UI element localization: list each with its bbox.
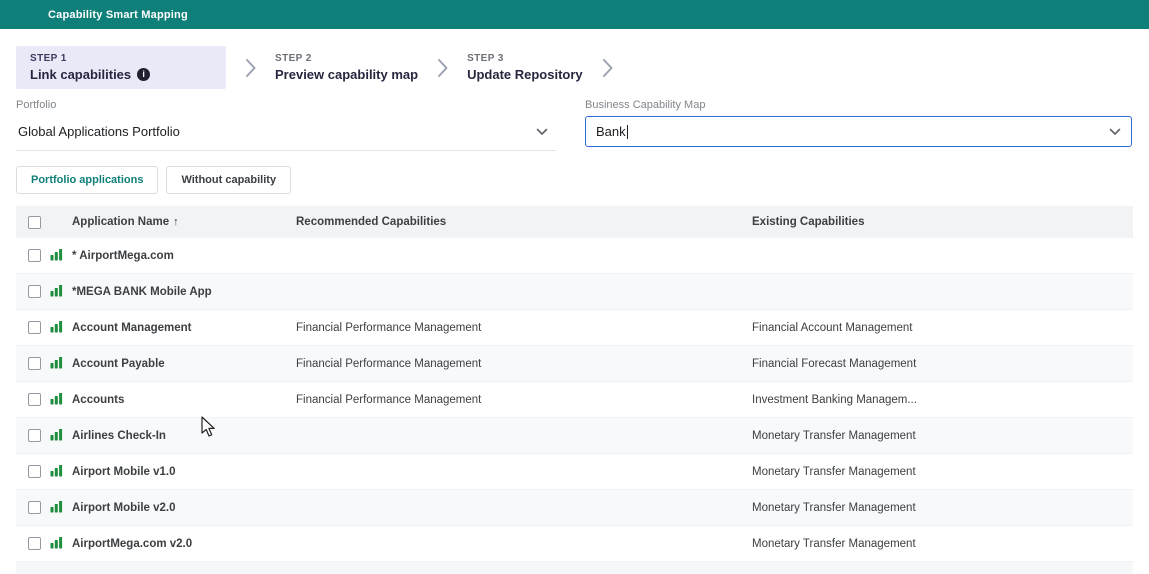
step-3-label: STEP 3	[467, 53, 583, 64]
chevron-right-icon	[244, 56, 257, 80]
application-name: Airport Mobile v1.0	[72, 466, 296, 478]
step-1-label: STEP 1	[30, 53, 212, 64]
row-checkbox[interactable]	[28, 321, 41, 334]
table-row[interactable]: * AirportMega.com	[16, 238, 1133, 274]
step-3-title: Update Repository	[467, 67, 583, 82]
portfolio-label: Portfolio	[16, 99, 556, 111]
portfolio-filter: Portfolio Global Applications Portfolio	[16, 99, 556, 151]
row-checkbox[interactable]	[28, 429, 41, 442]
step-1-link-capabilities[interactable]: STEP 1 Link capabilities i	[16, 46, 226, 89]
step-2-title: Preview capability map	[275, 67, 418, 82]
existing-capability: Investment Banking Managem...	[752, 394, 1133, 406]
row-checkbox[interactable]	[28, 465, 41, 478]
existing-capability: Financial Account Management	[752, 322, 1133, 334]
application-chart-icon	[50, 248, 72, 264]
recommended-capability: Financial Performance Management	[296, 394, 752, 406]
table-row[interactable]: AirportMega.com v2.0 Monetary Transfer M…	[16, 526, 1133, 562]
filters-row: Portfolio Global Applications Portfolio …	[0, 97, 1149, 151]
table-row[interactable]: *MEGA BANK Mobile App	[16, 274, 1133, 310]
step-2-title-text: Preview capability map	[275, 67, 418, 82]
row-checkbox[interactable]	[28, 249, 41, 262]
recommended-capability: Financial Performance Management	[296, 358, 752, 370]
applications-table: Application Name↑ Recommended Capabiliti…	[16, 206, 1133, 574]
table-row[interactable]: Airport Mobile v2.0 Monetary Transfer Ma…	[16, 490, 1133, 526]
column-header-application-name[interactable]: Application Name↑	[72, 216, 296, 228]
application-name: *MEGA BANK Mobile App	[72, 286, 296, 298]
chevron-down-icon	[1109, 128, 1121, 136]
column-header-existing-capabilities[interactable]: Existing Capabilities	[752, 216, 1133, 228]
table-row[interactable]: Airport Mobile v1.0 Monetary Transfer Ma…	[16, 454, 1133, 490]
table-row[interactable]: Accounts Financial Performance Managemen…	[16, 382, 1133, 418]
application-name: Accounts	[72, 394, 296, 406]
application-chart-icon	[50, 320, 72, 336]
app-title: Capability Smart Mapping	[48, 9, 188, 21]
step-3-update-repository[interactable]: STEP 3 Update Repository	[467, 53, 583, 82]
capability-map-input[interactable]: Bank	[585, 116, 1132, 147]
table-row[interactable]: Account Management Financial Performance…	[16, 310, 1133, 346]
application-name: Airport Mobile v2.0	[72, 502, 296, 514]
table-header: Application Name↑ Recommended Capabiliti…	[16, 206, 1133, 238]
application-name: Account Payable	[72, 358, 296, 370]
portfolio-select-value: Global Applications Portfolio	[18, 124, 180, 139]
application-name: * AirportMega.com	[72, 250, 296, 262]
application-name: Account Management	[72, 322, 296, 334]
application-chart-icon	[50, 500, 72, 516]
existing-capability: Monetary Transfer Management	[752, 466, 1133, 478]
existing-capability: Monetary Transfer Management	[752, 502, 1133, 514]
portfolio-select[interactable]: Global Applications Portfolio	[16, 116, 556, 151]
application-name: Airlines Check-In	[72, 430, 296, 442]
table-bottom-strip	[16, 562, 1133, 574]
row-checkbox[interactable]	[28, 501, 41, 514]
existing-capability: Monetary Transfer Management	[752, 538, 1133, 550]
chevron-down-icon	[536, 128, 548, 136]
application-chart-icon	[50, 464, 72, 480]
table-row[interactable]: Airlines Check-In Monetary Transfer Mana…	[16, 418, 1133, 454]
table-row[interactable]: Account Payable Financial Performance Ma…	[16, 346, 1133, 382]
row-checkbox[interactable]	[28, 393, 41, 406]
sort-ascending-icon[interactable]: ↑	[173, 216, 179, 228]
row-checkbox[interactable]	[28, 285, 41, 298]
app-header: Capability Smart Mapping	[0, 0, 1149, 29]
step-3-title-text: Update Repository	[467, 67, 583, 82]
application-chart-icon	[50, 536, 72, 552]
table-body: * AirportMega.com *MEGA BANK Mobile App …	[16, 238, 1133, 562]
capability-map-filter: Business Capability Map Bank	[585, 99, 1132, 151]
chevron-right-icon	[601, 56, 614, 80]
info-icon[interactable]: i	[137, 68, 150, 81]
portfolio-applications-button[interactable]: Portfolio applications	[16, 166, 158, 194]
filter-chips: Portfolio applications Without capabilit…	[0, 151, 1149, 194]
application-chart-icon	[50, 356, 72, 372]
chevron-right-icon	[436, 56, 449, 80]
recommended-capability: Financial Performance Management	[296, 322, 752, 334]
step-1-title-text: Link capabilities	[30, 67, 131, 82]
select-all-checkbox[interactable]	[28, 216, 41, 229]
application-name: AirportMega.com v2.0	[72, 538, 296, 550]
stepper: STEP 1 Link capabilities i STEP 2 Previe…	[0, 29, 1149, 97]
text-cursor	[627, 125, 628, 139]
step-1-title: Link capabilities i	[30, 67, 212, 82]
without-capability-button[interactable]: Without capability	[166, 166, 291, 194]
row-checkbox[interactable]	[28, 537, 41, 550]
row-checkbox[interactable]	[28, 357, 41, 370]
application-chart-icon	[50, 284, 72, 300]
capability-map-label: Business Capability Map	[585, 99, 1132, 111]
capability-map-input-value: Bank	[596, 124, 626, 139]
existing-capability: Monetary Transfer Management	[752, 430, 1133, 442]
column-header-recommended-capabilities[interactable]: Recommended Capabilities	[296, 216, 752, 228]
step-2-label: STEP 2	[275, 53, 418, 64]
step-2-preview-capability-map[interactable]: STEP 2 Preview capability map	[275, 53, 418, 82]
application-chart-icon	[50, 392, 72, 408]
existing-capability: Financial Forecast Management	[752, 358, 1133, 370]
application-chart-icon	[50, 428, 72, 444]
